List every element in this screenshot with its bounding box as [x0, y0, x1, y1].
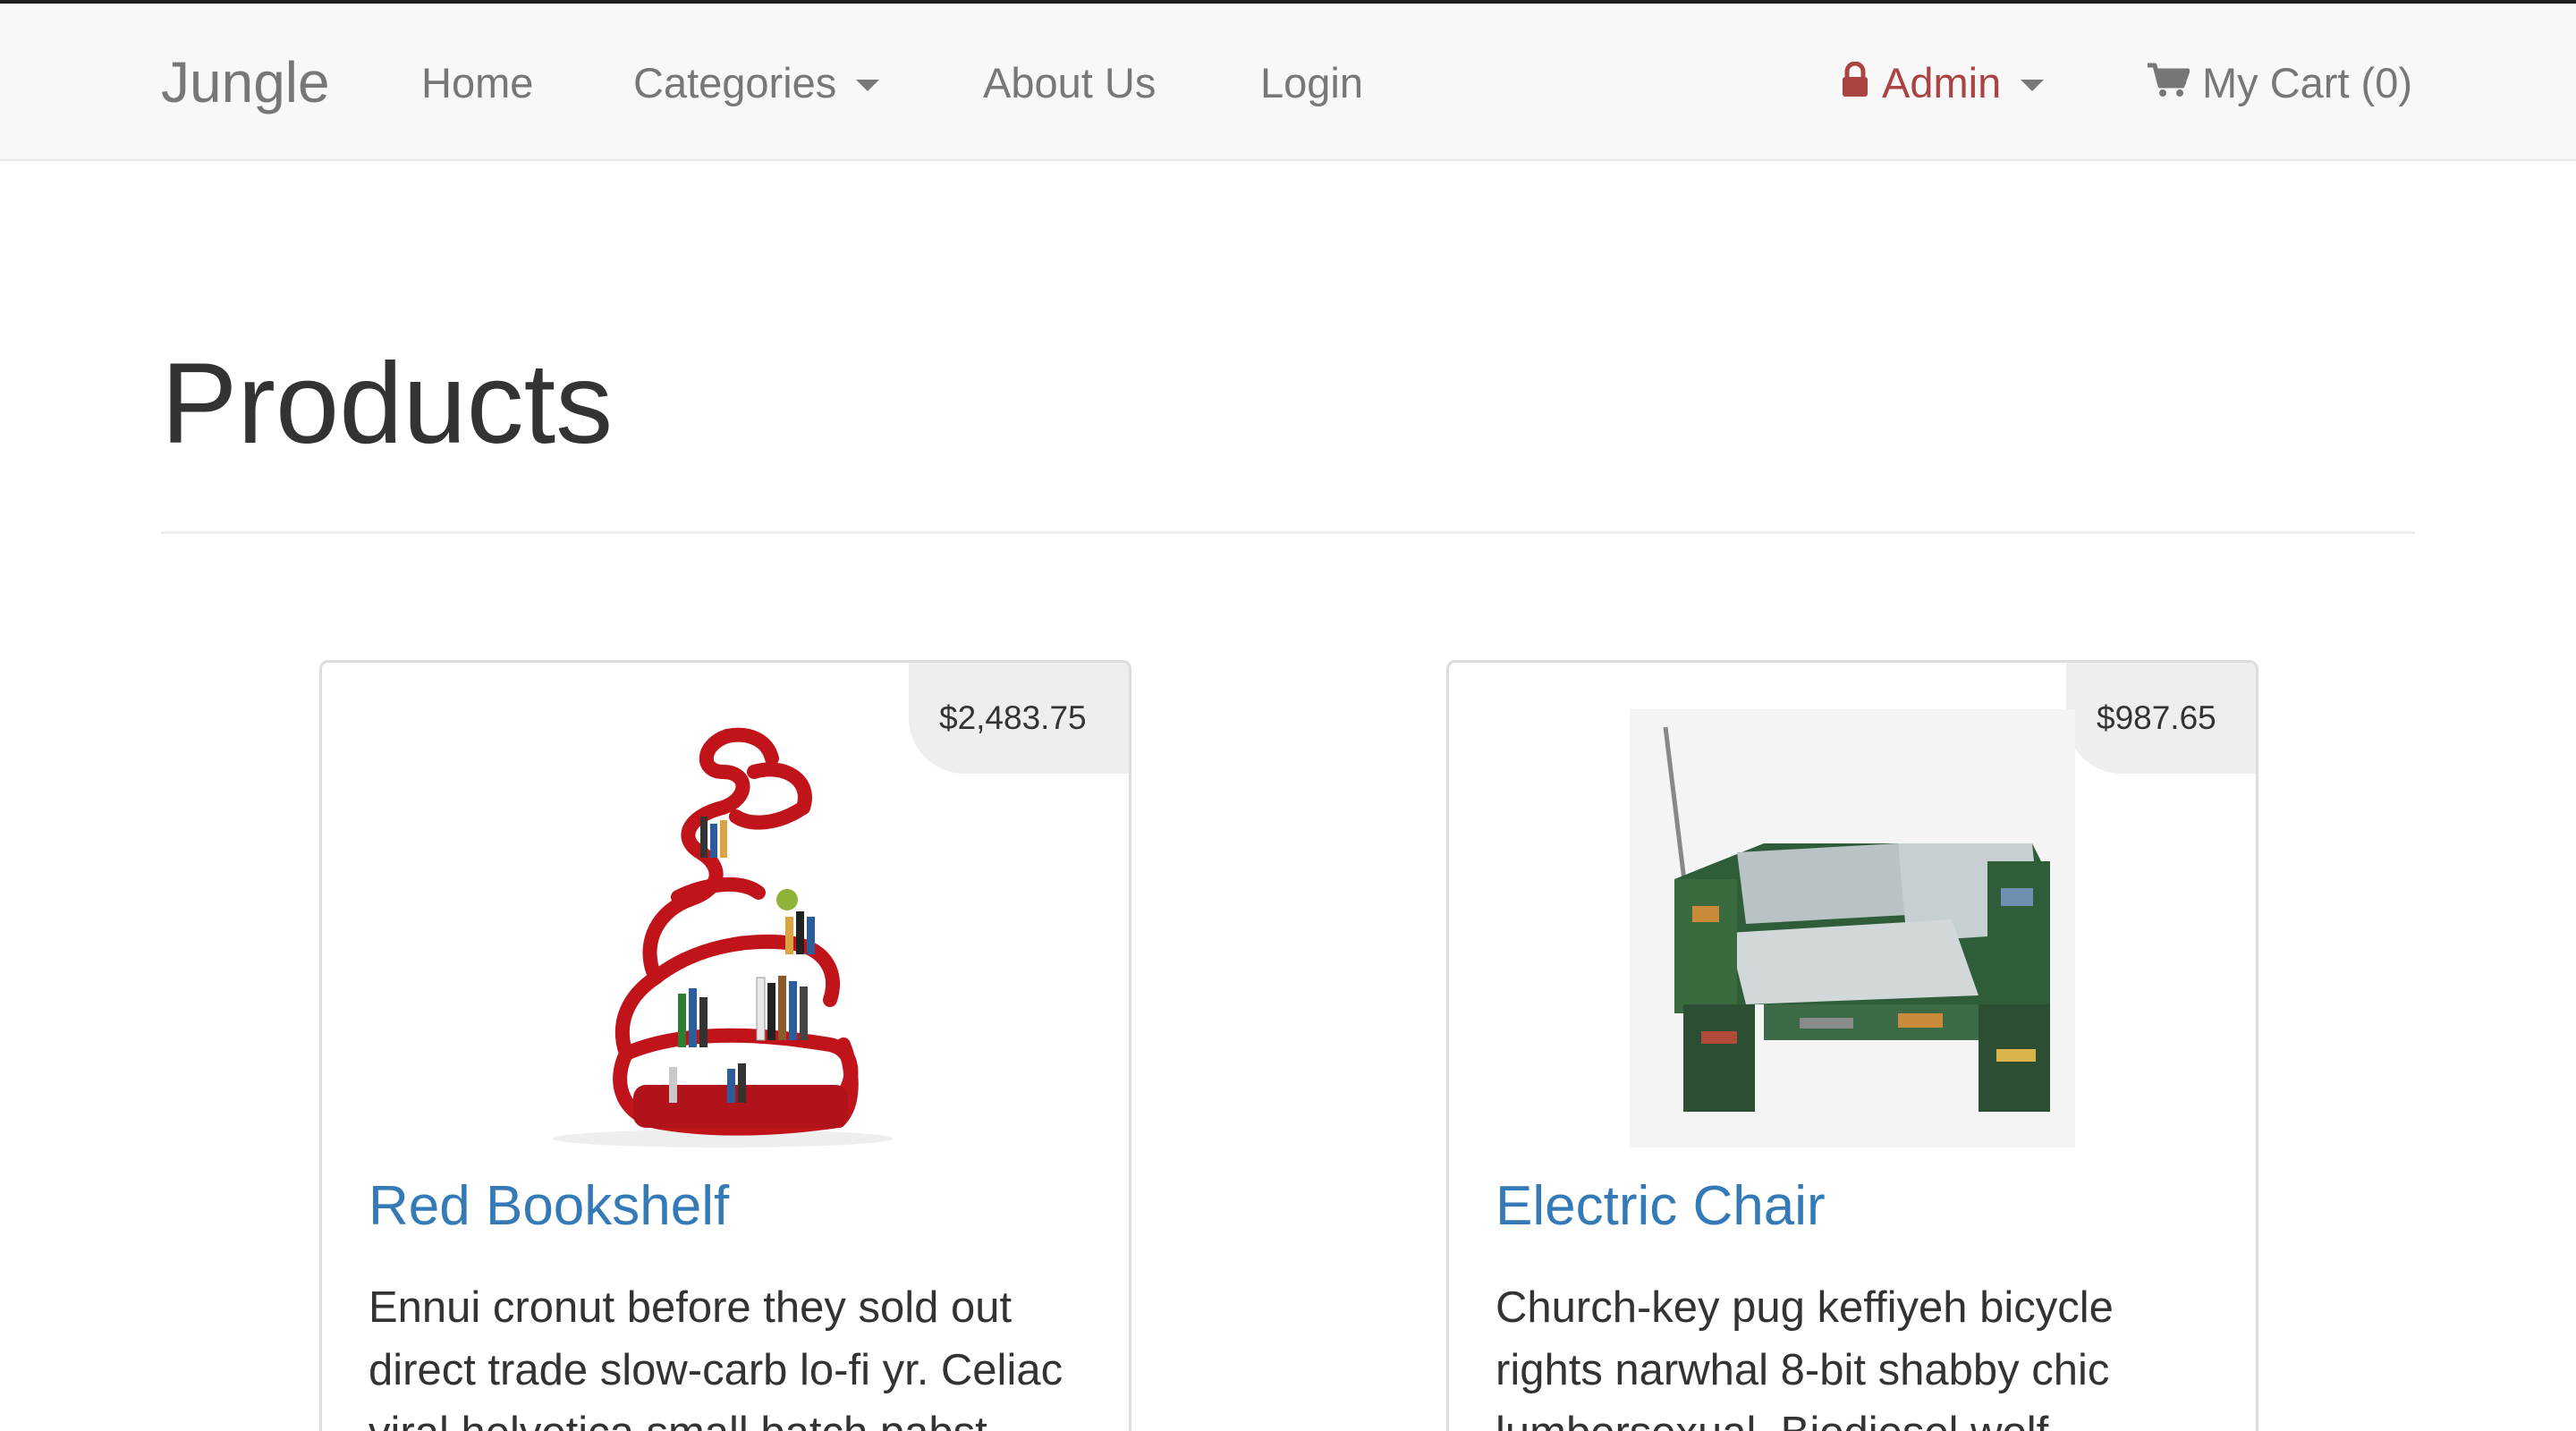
nav-cart-label: My Cart (0) — [2202, 58, 2412, 106]
lock-icon — [1841, 58, 1869, 107]
shopping-cart-icon — [2147, 58, 2190, 107]
nav-login-link[interactable]: Login — [1260, 4, 1363, 161]
top-navbar: Jungle Home Categories About Us Login Ad… — [0, 4, 2576, 161]
nav-admin-dropdown[interactable]: Admin — [1841, 4, 2045, 161]
caret-down-icon — [856, 79, 880, 91]
product-name-link[interactable]: Electric Chair — [1496, 1174, 1826, 1238]
price-tag: $2,483.75 — [909, 663, 1129, 774]
product-description: Ennui cronut before they sold out direct… — [369, 1283, 1063, 1431]
product-card: $2,483.75 Red Bookshelf Ennui cronut bef… — [319, 660, 1131, 1431]
product-image-red-bookshelf[interactable] — [544, 709, 909, 1147]
product-card: $987.65 Electric Chair Church-key pug ke… — [1446, 660, 2258, 1431]
nav-cart-link[interactable]: My Cart (0) — [2147, 4, 2412, 161]
nav-home-link[interactable]: Home — [421, 4, 533, 161]
nav-admin-label: Admin — [1882, 58, 2002, 106]
product-description: Church-key pug keffiyeh bicycle rights n… — [1496, 1283, 2114, 1431]
product-image-electric-chair[interactable] — [1630, 709, 2075, 1147]
nav-categories-label: Categories — [633, 58, 837, 106]
nav-categories-dropdown[interactable]: Categories — [633, 4, 880, 161]
price-tag: $987.65 — [2066, 663, 2256, 774]
page-title: Products — [161, 340, 614, 468]
caret-down-icon — [2021, 79, 2045, 91]
nav-about-link[interactable]: About Us — [983, 4, 1156, 161]
title-divider — [161, 531, 2415, 534]
product-name-link[interactable]: Red Bookshelf — [369, 1174, 729, 1238]
brand-link[interactable]: Jungle — [161, 4, 330, 161]
